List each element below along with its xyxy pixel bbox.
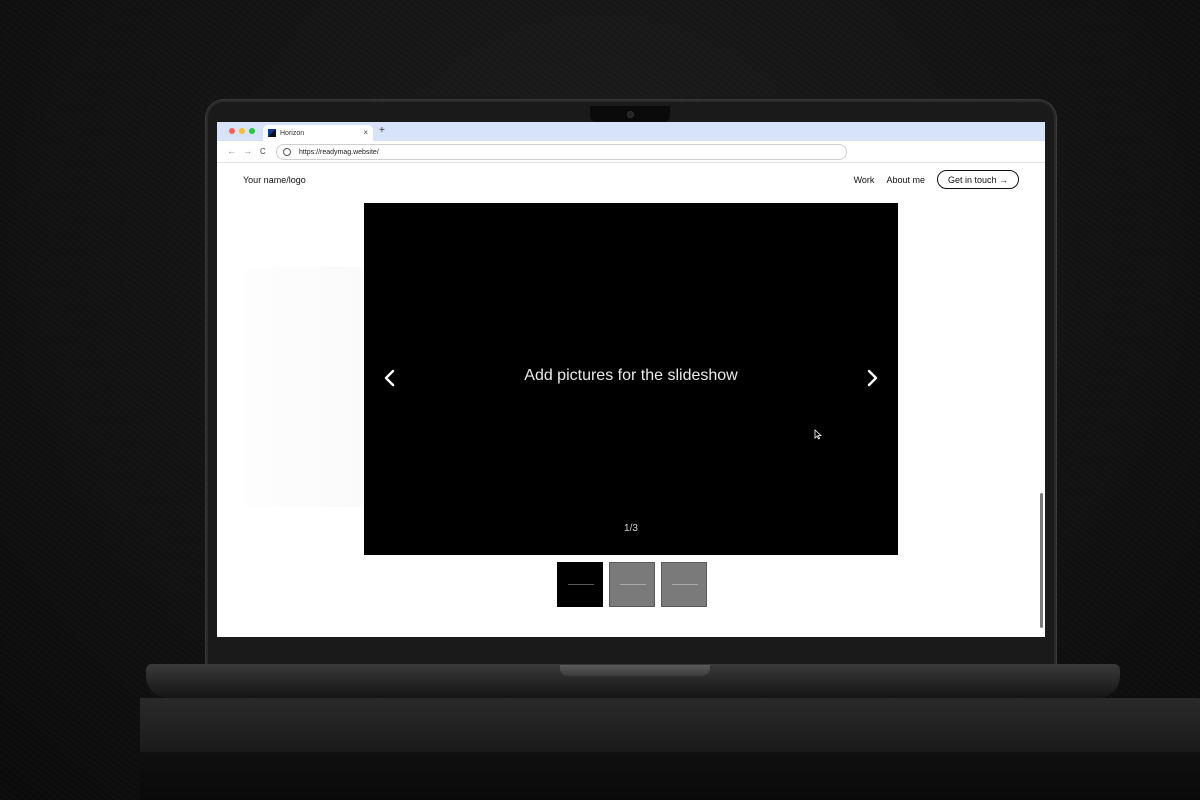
web-page: Your name/logo Work About me Get in touc… [217,163,1045,637]
page-scrollbar[interactable] [1040,493,1043,628]
thumbnail-1[interactable] [557,562,603,607]
favicon-icon [268,129,276,137]
nav-link-work[interactable]: Work [854,175,875,185]
shelf [140,698,1200,752]
window-controls [229,128,255,134]
tab-title: Horizon [280,129,305,137]
site-nav: Work About me Get in touch → [854,170,1019,189]
globe-icon [283,148,291,156]
thumbnail-text-line [620,584,646,585]
slideshow[interactable]: Add pictures for the slideshow 1/3 [364,203,898,555]
thumbnail-text-line [568,584,594,585]
close-window-button[interactable] [229,128,235,134]
mouse-cursor-icon [814,429,822,440]
tab-close-icon[interactable]: × [363,128,368,137]
faded-placeholder-block [243,267,363,507]
url-text: https://readymag.website/ [299,148,379,156]
site-logo[interactable]: Your name/logo [243,175,306,185]
maximize-window-button[interactable] [249,128,255,134]
back-button[interactable]: ← [227,146,236,157]
thumbnail-2[interactable] [609,562,655,607]
thumbnail-3[interactable] [661,562,707,607]
shelf-underside [140,752,1200,800]
camera-icon [628,112,633,117]
laptop-open-notch [560,665,710,676]
next-slide-button[interactable] [864,367,882,389]
reload-button[interactable]: C [260,146,266,157]
thumbnail-text-line [672,584,698,585]
minimize-window-button[interactable] [239,128,245,134]
slideshow-placeholder-text: Add pictures for the slideshow [524,367,738,384]
address-bar[interactable]: https://readymag.website/ [276,144,847,160]
laptop-screen: Horizon × + ← → C https://readymag.websi… [217,122,1045,637]
new-tab-button[interactable]: + [379,126,385,136]
slide-counter: 1/3 [624,523,638,534]
get-in-touch-button[interactable]: Get in touch → [936,170,1019,189]
browser-tab[interactable]: Horizon × [263,125,373,141]
browser-tab-bar: Horizon × + [217,122,1045,141]
chevron-right-icon [867,369,878,387]
browser-toolbar: ← → C https://readymag.website/ [217,141,1045,163]
nav-link-about[interactable]: About me [886,175,925,185]
forward-button[interactable]: → [243,146,252,157]
thumbnail-strip [557,562,707,607]
